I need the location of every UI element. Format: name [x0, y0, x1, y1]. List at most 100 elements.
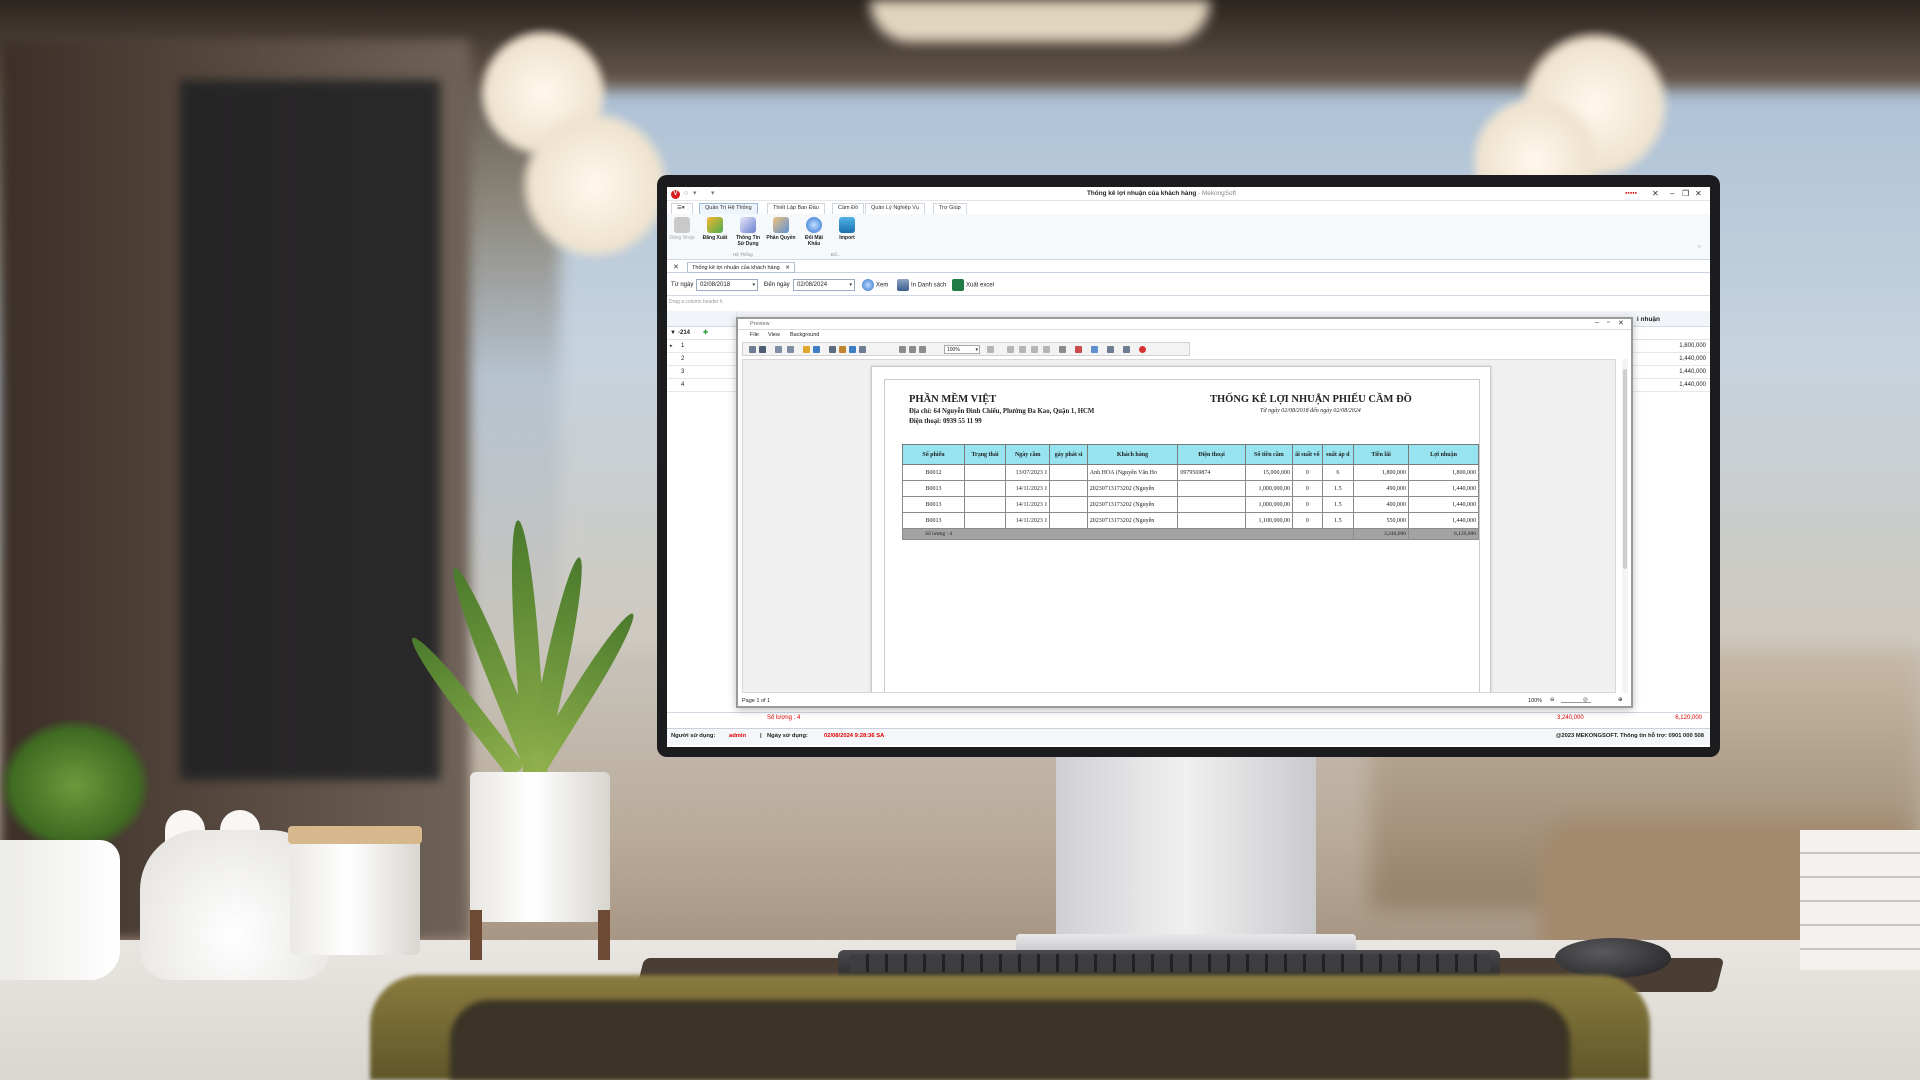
- close-tab-icon[interactable]: ✕: [785, 265, 790, 271]
- menu-file[interactable]: File: [750, 332, 759, 338]
- column-header: Tiền lãi: [1353, 444, 1410, 465]
- hand-tool-icon[interactable]: [899, 346, 906, 353]
- previous-page-icon[interactable]: [1019, 346, 1026, 353]
- row-profit: 1,800,000: [1679, 343, 1706, 349]
- zoom-in-icon[interactable]: ⊕: [1618, 697, 1623, 703]
- chevron-down-icon[interactable]: ▾: [975, 347, 978, 353]
- info-user-icon: [740, 217, 756, 233]
- cell-issue-date: [1049, 464, 1088, 481]
- close-icon[interactable]: ✕: [1618, 319, 1624, 327]
- column-header-profit[interactable]: i nhuận: [1637, 316, 1660, 323]
- zoom-out-icon[interactable]: [909, 346, 916, 353]
- send-email-icon[interactable]: [1123, 346, 1130, 353]
- minimize-icon[interactable]: –: [1670, 189, 1674, 199]
- menu-view[interactable]: View: [768, 332, 780, 338]
- thumbnails-icon[interactable]: [787, 346, 794, 353]
- usage-info-button[interactable]: Thông Tin Sử Dụng: [733, 217, 763, 247]
- from-date-input[interactable]: 02/08/2018 ▾: [696, 279, 758, 291]
- tab-initial-setup[interactable]: Thiết Lập Ban Đầu: [767, 203, 825, 214]
- view-label: Xem: [876, 282, 889, 289]
- zoom-value: 100%: [947, 347, 960, 353]
- import-label: Import: [839, 235, 855, 241]
- export-excel-button[interactable]: Xuất excel: [952, 279, 994, 291]
- chevron-down-icon[interactable]: ▾: [752, 282, 755, 288]
- chevron-down-icon[interactable]: ▾: [849, 282, 852, 288]
- minimize-icon[interactable]: –: [1595, 319, 1599, 326]
- logout-label: Đăng Xuất: [702, 235, 728, 241]
- report-row: B0012 13/07/2023 1 Anh HOA (Nguyễn Văn H…: [902, 464, 1479, 481]
- document-map-icon[interactable]: [749, 346, 756, 353]
- zoom-thumb-icon[interactable]: ◎: [1583, 697, 1588, 703]
- open-icon[interactable]: [803, 346, 810, 353]
- cell-rate: 0: [1291, 464, 1323, 481]
- page-setup-icon[interactable]: [849, 346, 856, 353]
- collapse-ribbon-icon[interactable]: ˄: [1698, 244, 1701, 249]
- maximize-icon[interactable]: ▫: [1607, 319, 1609, 326]
- close-preview-icon[interactable]: [1139, 346, 1146, 353]
- import-button[interactable]: Import: [832, 217, 862, 241]
- watermark-icon[interactable]: [1091, 346, 1098, 353]
- app-menu-button[interactable]: ☰▾: [671, 203, 693, 214]
- to-date-input[interactable]: 02/08/2024 ▾: [793, 279, 855, 291]
- print-list-button[interactable]: In Danh sách: [897, 279, 946, 291]
- quick-access-icon[interactable]: ○: [684, 190, 692, 198]
- permissions-button[interactable]: Phân Quyền: [766, 217, 796, 241]
- customize-menu-icon[interactable]: ▾: [711, 190, 719, 198]
- print-icon[interactable]: [829, 346, 836, 353]
- cell-rate: 0: [1291, 496, 1323, 513]
- group-panel-hint: Drag a column header h: [669, 299, 723, 305]
- preview-canvas[interactable]: PHẦN MỀM VIỆT Địa chỉ: 64 Nguyễn Đình Ch…: [742, 359, 1616, 693]
- red-tag: ●●●●●: [1625, 190, 1638, 195]
- cell-applied-rate: 1.5: [1321, 496, 1355, 513]
- column-header: Điện thoại: [1177, 444, 1246, 465]
- menu-background[interactable]: Background: [790, 332, 819, 338]
- search-icon[interactable]: [759, 346, 766, 353]
- page-info: Page 1 of 1: [742, 698, 771, 704]
- copyright: @2023 MEKONGSOFT. Thông tin hỗ trợ: 0901…: [1555, 733, 1704, 739]
- change-password-label: Đổi Mật Khẩu: [804, 235, 824, 247]
- multiple-pages-icon[interactable]: [1059, 346, 1066, 353]
- close-all-icon[interactable]: ✕: [673, 263, 679, 271]
- close-icon[interactable]: ✕: [1652, 189, 1659, 199]
- chevron-down-icon[interactable]: ▾: [693, 190, 701, 198]
- login-button[interactable]: Đăng Nhập: [667, 217, 697, 241]
- vertical-scrollbar[interactable]: [1622, 359, 1628, 693]
- cell-amount: 1,000,000,00: [1244, 496, 1293, 513]
- tab-help[interactable]: Trợ Giúp: [933, 203, 967, 214]
- quick-print-icon[interactable]: [839, 346, 846, 353]
- column-header: Ngày cầm: [1004, 444, 1051, 465]
- close-window-icon[interactable]: ✕: [1695, 189, 1702, 199]
- color-icon[interactable]: [1075, 346, 1082, 353]
- zoom-out-icon[interactable]: ⊖: [1550, 697, 1555, 703]
- app-logo-icon[interactable]: V: [671, 190, 680, 199]
- cell-status: [964, 512, 1006, 529]
- zoom-in-icon[interactable]: [919, 346, 926, 353]
- column-header: gày phát si: [1049, 444, 1088, 465]
- first-page-icon[interactable]: [1007, 346, 1014, 353]
- cell-amount: 15,000,000: [1244, 464, 1293, 481]
- zoom-select[interactable]: 100% ▾: [944, 345, 980, 354]
- date-label: Ngày sử dụng:: [767, 733, 808, 739]
- maximize-icon[interactable]: ❐: [1682, 189, 1689, 199]
- parameters-icon[interactable]: [775, 346, 782, 353]
- tab-pawn[interactable]: Cầm Đồ: [832, 203, 865, 214]
- logout-icon: [707, 217, 723, 233]
- view-button[interactable]: Xem: [862, 279, 888, 291]
- row-profit: 1,440,000: [1679, 382, 1706, 388]
- ribbon-tabs: ☰▾ Quản Trị Hệ Thống Thiết Lập Ban Đầu C…: [667, 202, 1710, 214]
- zoom-icon[interactable]: [987, 346, 994, 353]
- tab-system-admin[interactable]: Quản Trị Hệ Thống: [699, 203, 758, 214]
- scrollbar-thumb[interactable]: [1623, 369, 1627, 569]
- scale-icon[interactable]: [859, 346, 866, 353]
- excel-icon: [952, 279, 964, 291]
- export-icon[interactable]: [1107, 346, 1114, 353]
- tab-business[interactable]: Quản Lý Nghiệp Vụ: [865, 203, 926, 214]
- last-page-icon[interactable]: [1043, 346, 1050, 353]
- row-profit: 1,440,000: [1679, 369, 1706, 375]
- next-page-icon[interactable]: [1031, 346, 1038, 353]
- save-icon[interactable]: [813, 346, 820, 353]
- change-password-button[interactable]: Đổi Mật Khẩu: [799, 217, 829, 247]
- doc-tab-profit-report[interactable]: Thống kê lợi nhuận của khách hàng ✕: [687, 262, 795, 273]
- from-date-value: 02/08/2018: [700, 282, 731, 288]
- logout-button[interactable]: Đăng Xuất: [700, 217, 730, 241]
